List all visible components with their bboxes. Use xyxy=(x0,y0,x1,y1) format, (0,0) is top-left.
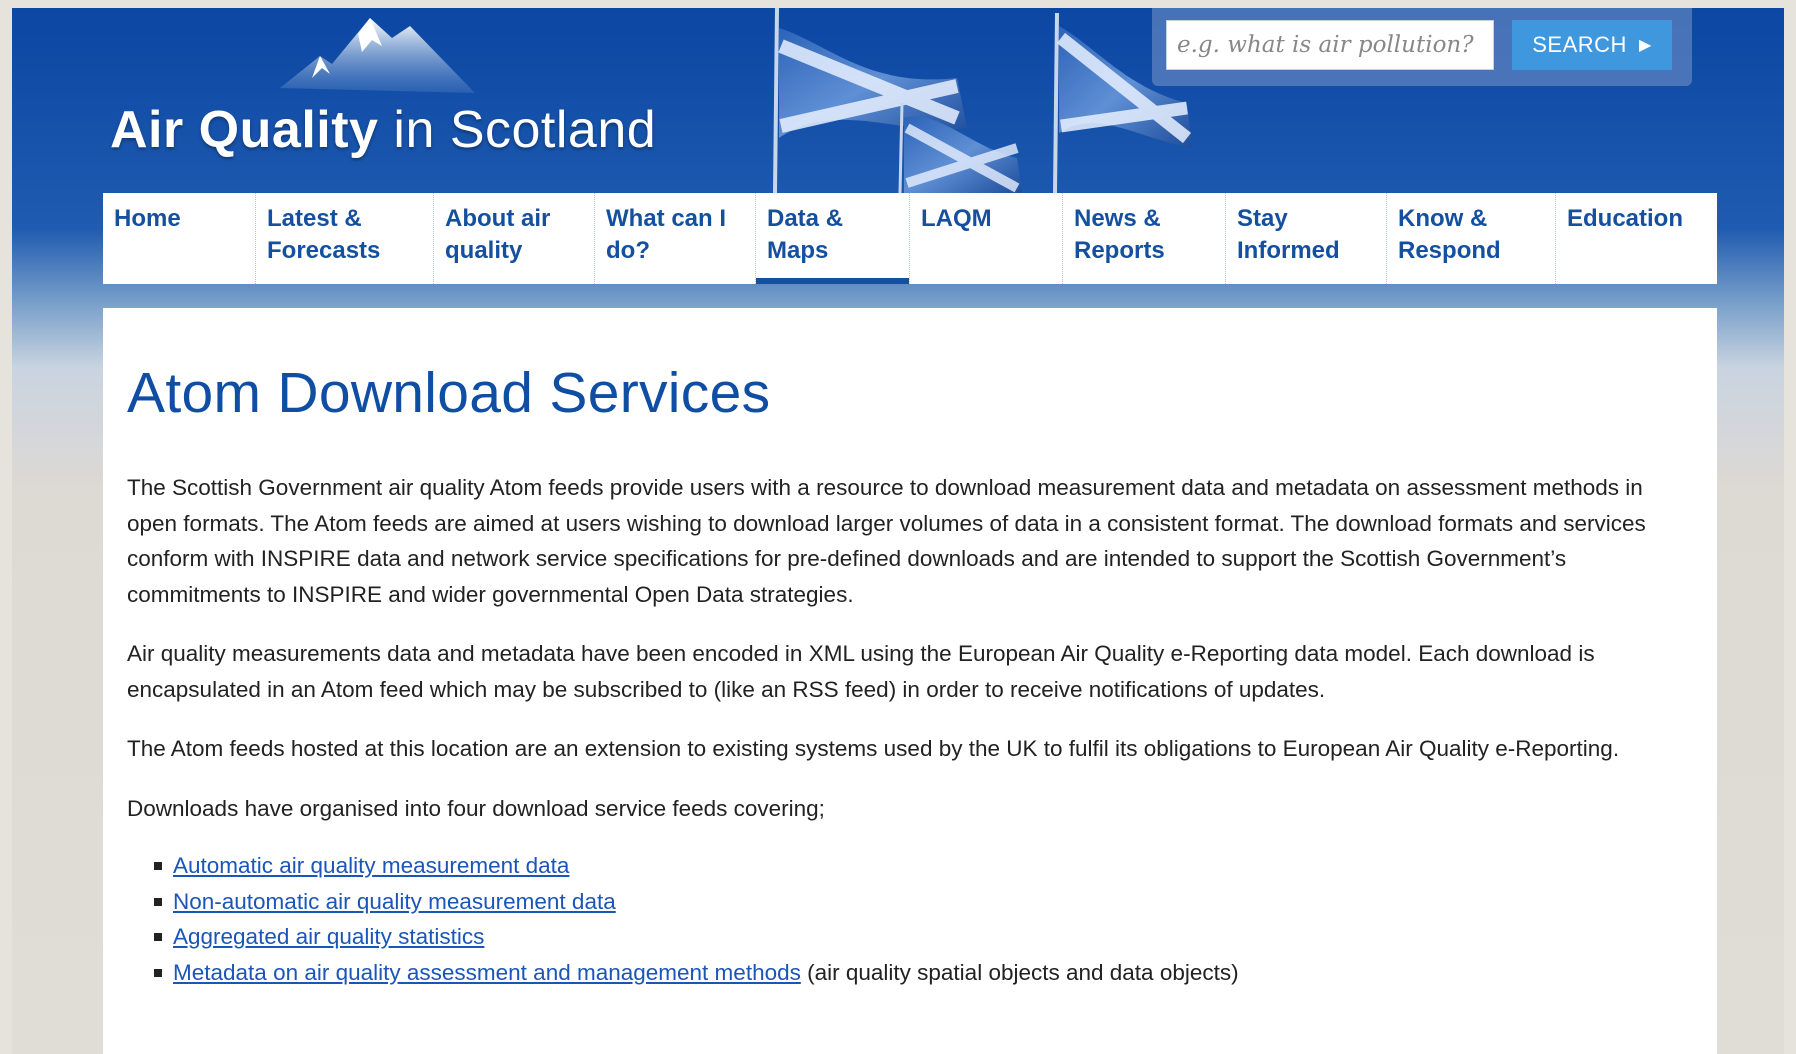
main-nav: Home Latest & Forecasts About air qualit… xyxy=(103,193,1717,284)
flagpole-left xyxy=(773,8,779,193)
nav-item-label: Education xyxy=(1567,205,1684,232)
flagpole-middle xyxy=(898,102,904,193)
feed-link-non-automatic[interactable]: Non-automatic air quality measurement da… xyxy=(173,889,616,914)
nav-item-data-maps[interactable]: Data & Maps xyxy=(755,193,909,284)
search-input[interactable] xyxy=(1166,20,1494,70)
nav-item-home[interactable]: Home xyxy=(103,193,255,284)
logo-bold-text: Air Quality xyxy=(110,101,379,159)
site-logo[interactable]: Air Quality in Scotland xyxy=(110,8,750,178)
nav-item-label: News & Reports xyxy=(1074,205,1165,264)
nav-item-education[interactable]: Education xyxy=(1555,193,1717,284)
square-bullet-icon xyxy=(154,897,162,906)
nav-item-label: What can I do? xyxy=(606,205,727,264)
nav-item-label: Know & Respond xyxy=(1398,205,1501,264)
nav-item-about-air-quality[interactable]: About air quality xyxy=(433,193,594,284)
nav-item-news-reports[interactable]: News & Reports xyxy=(1062,193,1225,284)
square-bullet-icon xyxy=(154,968,162,977)
nav-item-latest-forecasts[interactable]: Latest & Forecasts xyxy=(255,193,433,284)
feed-link-aggregated[interactable]: Aggregated air quality statistics xyxy=(173,924,484,949)
list-item: Aggregated air quality statistics xyxy=(127,919,1693,955)
extension-paragraph: The Atom feeds hosted at this location a… xyxy=(127,736,1620,761)
feed-list: Automatic air quality measurement data N… xyxy=(127,848,1693,990)
nav-item-what-can-i-do[interactable]: What can I do? xyxy=(594,193,755,284)
feed-suffix-text: (air quality spatial objects and data ob… xyxy=(800,959,1239,985)
nav-item-label: Home xyxy=(114,205,181,232)
square-bullet-icon xyxy=(154,862,162,870)
nav-item-label: About air quality xyxy=(445,205,551,264)
chevron-right-icon: ▶ xyxy=(1638,37,1652,54)
nav-item-label: Latest & Forecasts xyxy=(267,205,381,264)
list-item: Non-automatic air quality measurement da… xyxy=(127,884,1693,920)
nav-item-label: Stay Informed xyxy=(1237,205,1340,264)
encoding-paragraph: Air quality measurements data and metada… xyxy=(127,641,1595,702)
nav-item-know-respond[interactable]: Know & Respond xyxy=(1386,193,1555,284)
feed-link-metadata[interactable]: Metadata on air quality assessment and m… xyxy=(173,960,801,985)
main-content: Atom Download Services The Scottish Gove… xyxy=(103,308,1717,1054)
nav-item-label: LAQM xyxy=(921,205,992,232)
feed-link-automatic[interactable]: Automatic air quality measurement data xyxy=(173,853,569,878)
square-bullet-icon xyxy=(154,933,162,941)
logo-rest-text: in Scotland xyxy=(378,101,657,159)
nav-item-laqm[interactable]: LAQM xyxy=(909,193,1062,284)
flagpole-right xyxy=(1053,12,1059,193)
feeds-intro-paragraph: Downloads have organised into four downl… xyxy=(127,795,825,821)
nav-item-stay-informed[interactable]: Stay Informed xyxy=(1225,193,1386,284)
search-panel: SEARCH ▶ xyxy=(1152,8,1692,86)
intro-paragraph: The Scottish Government air quality Atom… xyxy=(127,475,1646,607)
page-title: Atom Download Services xyxy=(127,361,771,425)
nav-item-label: Data & Maps xyxy=(767,205,844,264)
search-button-label: SEARCH xyxy=(1532,32,1627,57)
search-button[interactable]: SEARCH ▶ xyxy=(1512,20,1672,70)
list-item: Automatic air quality measurement data xyxy=(127,848,1693,884)
page-frame: Air Quality in Scotland SEARCH ▶ Home Lat… xyxy=(12,8,1784,1054)
list-item: Metadata on air quality assessment and m… xyxy=(127,955,1693,991)
logo-text: Air Quality in Scotland xyxy=(110,100,656,160)
